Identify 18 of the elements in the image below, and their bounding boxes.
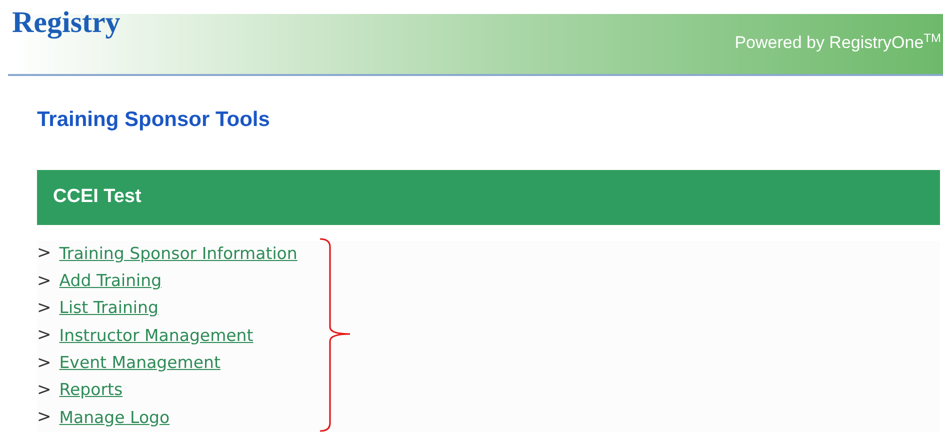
page-title: Training Sponsor Tools (37, 107, 271, 133)
chevron-marker: > (37, 270, 52, 293)
chevron-marker: > (37, 324, 52, 348)
panel-header: CCEI Test (37, 170, 940, 224)
menu-link[interactable]: Manage Logo (59, 406, 170, 430)
chevron-marker: > (37, 378, 52, 402)
powered-by-text: Powered by RegistryOne$^{TM}$ (734, 30, 942, 54)
menu-link[interactable]: List Training (59, 296, 158, 322)
menu-link[interactable]: Instructor Management (59, 324, 254, 348)
menu-link[interactable]: Training Sponsor Information (59, 242, 298, 267)
chevron-marker: > (37, 406, 52, 430)
menu-link[interactable]: Event Management (59, 350, 220, 376)
chevron-marker: > (37, 242, 52, 266)
menu-link[interactable]: Add Training (59, 269, 162, 294)
site-logo[interactable]: Registry (8, 8, 120, 38)
chevron-marker: > (37, 352, 52, 375)
menu-link[interactable]: Reports (59, 378, 123, 403)
chevron-marker: > (37, 296, 52, 320)
